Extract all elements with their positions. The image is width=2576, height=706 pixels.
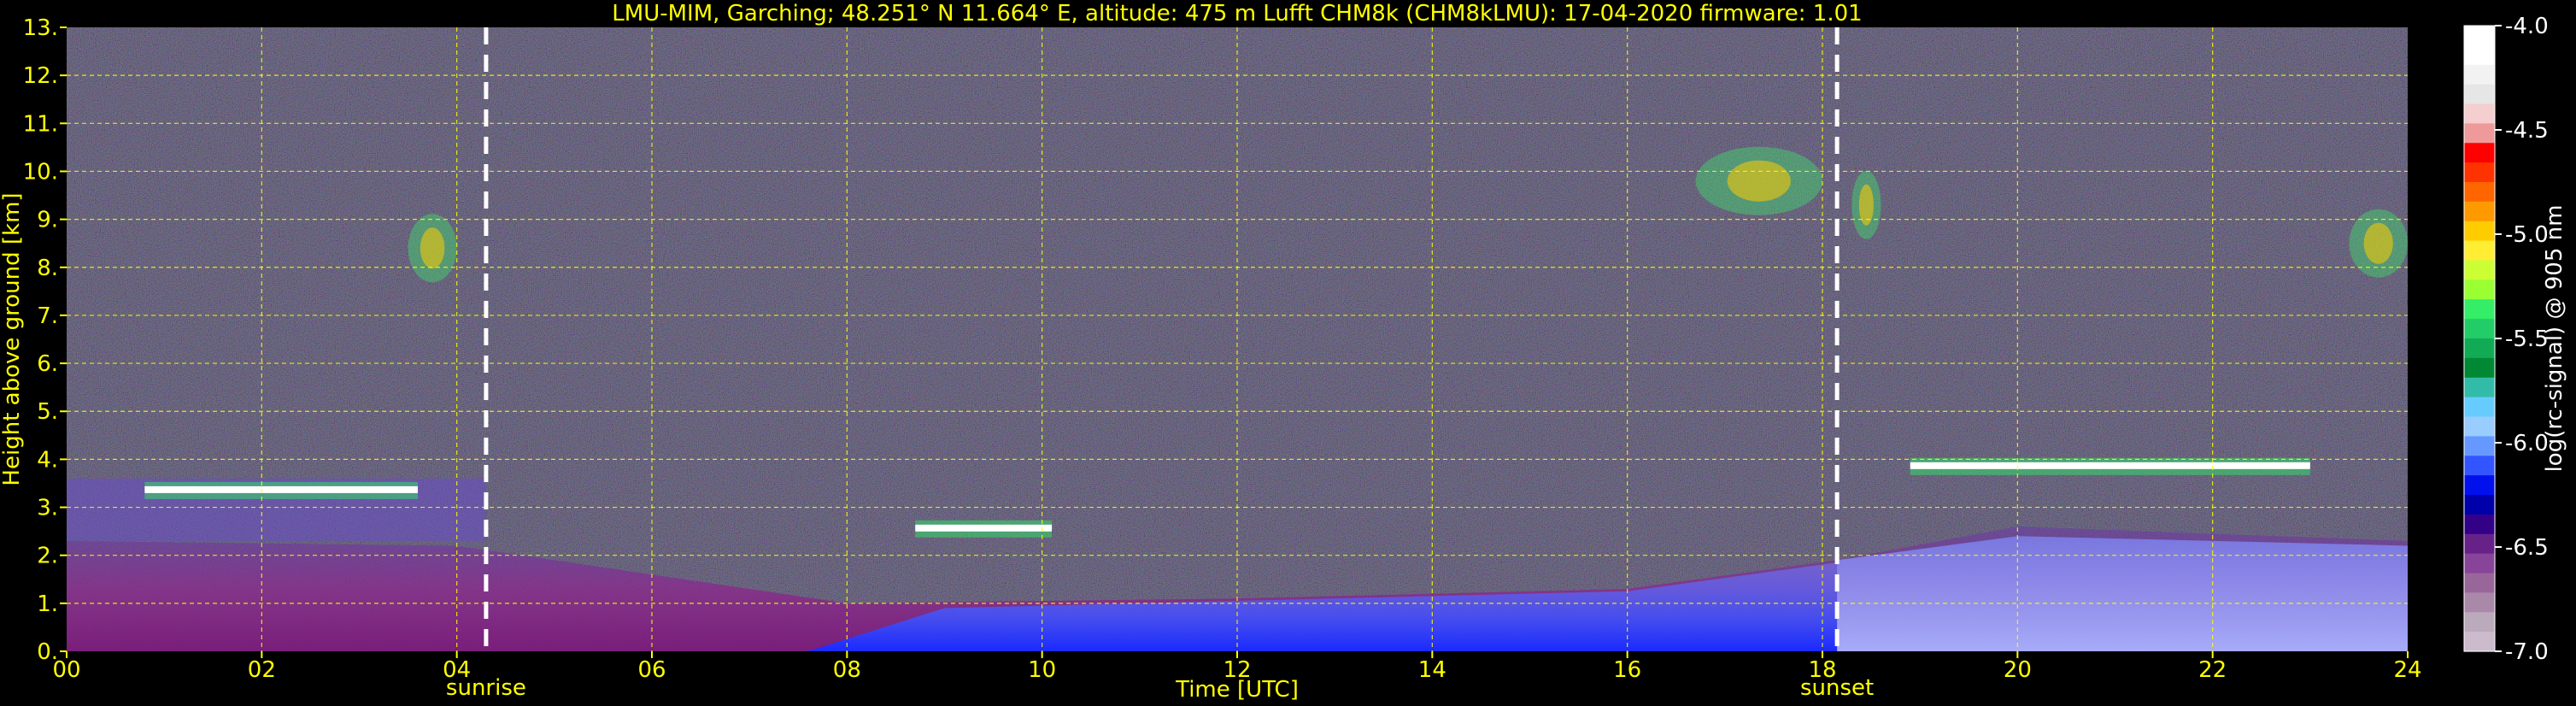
- x-tick-label: 06: [637, 657, 666, 683]
- colorbar-segment: [2464, 533, 2495, 555]
- colorbar-segment: [2464, 612, 2495, 632]
- colorbar-tick-label: -6.5: [2505, 535, 2549, 561]
- y-tick-label: 3.: [37, 496, 58, 521]
- colorbar-segment: [2464, 103, 2495, 124]
- colorbar: [2463, 25, 2496, 652]
- colorbar-segment: [2464, 592, 2495, 613]
- colorbar-segment: [2464, 338, 2495, 359]
- y-tick-label: 8.: [37, 256, 58, 281]
- colorbar-segment: [2464, 416, 2495, 437]
- plot-area: [67, 27, 2408, 651]
- cirrus-core: [1727, 160, 1791, 202]
- colorbar-segment: [2464, 632, 2495, 652]
- y-tick-label: 4.: [37, 447, 58, 473]
- colorbar-segment: [2464, 260, 2495, 280]
- y-tick-label: 6.: [37, 351, 58, 377]
- colorbar-segment: [2464, 64, 2495, 85]
- colorbar-segment: [2464, 26, 2495, 46]
- colorbar-segment: [2464, 182, 2495, 203]
- colorbar-tick-label: -7.0: [2505, 639, 2549, 665]
- y-tick-label: 1.: [37, 591, 58, 617]
- colorbar-segment: [2464, 240, 2495, 262]
- y-axis-label: Height above ground [km]: [0, 192, 25, 485]
- colorbar-label: log(rc-signal) @ 905 nm: [2542, 205, 2567, 473]
- colorbar-segment: [2464, 162, 2495, 183]
- colorbar-segment: [2464, 514, 2495, 535]
- x-tick-label: 16: [1613, 657, 1641, 683]
- residual-layer: [1837, 536, 2408, 651]
- y-tick-label: 11.: [23, 111, 58, 137]
- colorbar-segment: [2464, 456, 2495, 476]
- y-tick-label: 12.: [23, 63, 58, 89]
- colorbar-segment: [2464, 84, 2495, 105]
- y-tick-label: 0.: [37, 639, 58, 665]
- y-tick-label: 7.: [37, 303, 58, 329]
- colorbar-segment: [2464, 279, 2495, 300]
- ceilometer-chart: LMU-MIM, Garching; 48.251° N 11.664° E, …: [0, 1, 2567, 703]
- x-tick-label: 08: [833, 657, 861, 683]
- colorbar-segment: [2464, 475, 2495, 496]
- colorbar-segment: [2464, 436, 2495, 456]
- y-tick-label: 9.: [37, 208, 58, 233]
- colorbar-segment: [2464, 143, 2495, 163]
- y-tick-label: 10.: [23, 159, 58, 185]
- colorbar-tick-label: -4.5: [2505, 118, 2549, 144]
- colorbar-segment: [2464, 573, 2495, 593]
- y-tick-label: 2.: [37, 544, 58, 569]
- colorbar-tick-label: -4.0: [2505, 14, 2549, 39]
- x-tick-label: 02: [248, 657, 276, 683]
- event-label-sunrise: sunrise: [446, 675, 526, 701]
- colorbar-segment: [2464, 553, 2495, 574]
- colorbar-segment: [2464, 221, 2495, 242]
- colorbar-segment: [2464, 201, 2495, 222]
- chart-title: LMU-MIM, Garching; 48.251° N 11.664° E, …: [612, 1, 1862, 26]
- colorbar-segment: [2464, 397, 2495, 418]
- x-tick-label: 10: [1028, 657, 1056, 683]
- y-tick-label: 5.: [37, 399, 58, 425]
- cloud-layer: [144, 485, 419, 493]
- y-axis-ticks: 0. 1. 2. 3. 4. 5. 6. 7. 8. 9. 10. 11. 12. 13.: [23, 15, 67, 665]
- x-tick-label: 22: [2198, 657, 2227, 683]
- cirrus-core: [420, 227, 445, 269]
- colorbar-segment: [2464, 299, 2495, 320]
- colorbar-segment: [2464, 44, 2495, 66]
- cloud-layer: [915, 524, 1053, 532]
- x-axis-label: Time [UTC]: [1175, 677, 1299, 703]
- colorbar-segment: [2464, 319, 2495, 339]
- x-tick-label: 14: [1418, 657, 1446, 683]
- colorbar-ticks: -4.0-4.5-5.0-5.5-6.0-6.5-7.0: [2495, 14, 2549, 665]
- x-tick-label: 24: [2393, 657, 2421, 683]
- x-tick-label: 20: [2004, 657, 2032, 683]
- cloud-layer: [1910, 462, 2310, 469]
- y-tick-label: 13.: [23, 15, 58, 41]
- colorbar-segment: [2464, 495, 2495, 515]
- colorbar-segment: [2464, 357, 2495, 379]
- cirrus-core: [2363, 222, 2393, 264]
- event-label-sunset: sunset: [1800, 675, 1874, 701]
- colorbar-segment: [2464, 123, 2495, 144]
- colorbar-segment: [2464, 377, 2495, 398]
